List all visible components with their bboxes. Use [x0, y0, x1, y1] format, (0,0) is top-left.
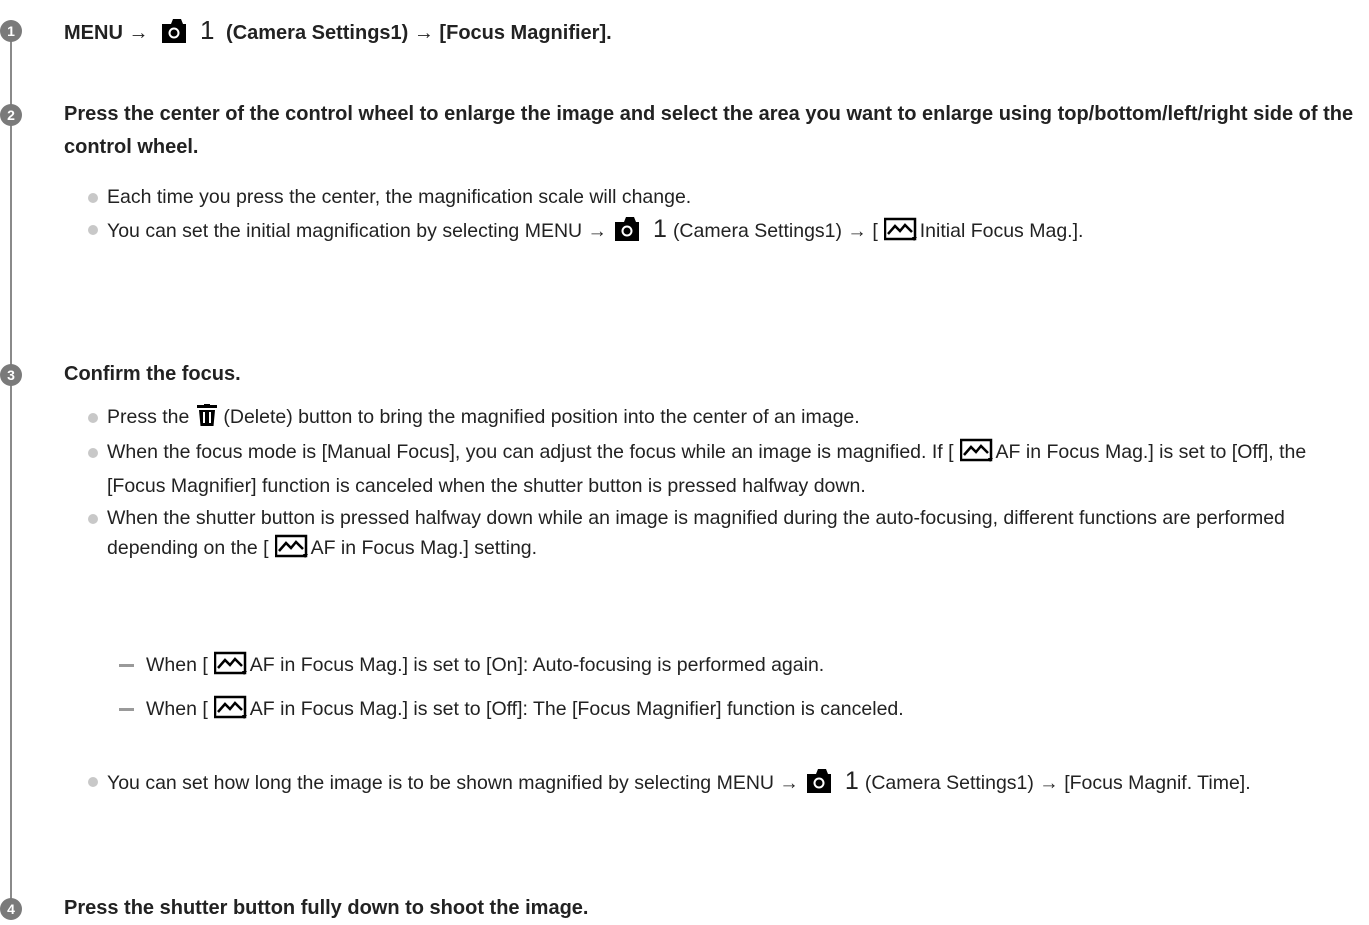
bullet-item: You can set how long the image is to be … — [88, 766, 1358, 802]
step-number-badge: 1 — [0, 20, 22, 42]
step-bullet-list: Press the (Delete) button to bring the ma… — [88, 402, 1358, 569]
manual-focus-icon — [213, 651, 248, 684]
step-title: Press the center of the control wheel to… — [64, 103, 1354, 158]
camera-icon — [162, 19, 196, 54]
step-number-badge: 2 — [0, 104, 22, 126]
manual-focus-icon — [959, 438, 994, 471]
sub-item-text-pre: When [ — [146, 698, 208, 720]
step-number-badge: 3 — [0, 364, 22, 386]
sub-item-text-post: AF in Focus Mag.] is set to [On]: Auto-f… — [249, 654, 825, 676]
bullet-item: Each time you press the center, the magn… — [88, 182, 1358, 212]
bullet-item: When the shutter button is pressed halfw… — [88, 503, 1358, 567]
help-page: 1 MENU → 1 (Camera Settings1) → [Focus M… — [0, 0, 1369, 924]
bullet-text-post: Initial Focus Mag.]. — [919, 220, 1084, 242]
sub-item: When [ AF in Focus Mag.] is set to [Off]:… — [119, 694, 1319, 728]
bullet-dot — [88, 225, 98, 235]
manual-focus-icon — [274, 534, 309, 567]
step-title-suffix: (Camera Settings1) → [Focus Magnifier]. — [226, 22, 612, 44]
bullet-text: Each time you press the center, the magn… — [107, 186, 692, 208]
bullet-text-pre: You can set how long the image is to be … — [107, 772, 799, 794]
step-title: MENU → 1 (Camera Settings1) → [Focus Mag… — [64, 14, 1354, 54]
camera-menu-number: 1 — [200, 15, 215, 45]
bullet-text-post: AF in Focus Mag.] setting. — [310, 537, 538, 559]
step-bullet-list: Each time you press the center, the magn… — [88, 182, 1358, 252]
manual-focus-icon — [883, 217, 918, 250]
step-title-prefix: MENU → — [64, 22, 149, 44]
bullet-dot — [88, 193, 98, 203]
camera-menu-number: 1 — [653, 215, 667, 243]
sub-item-dash — [119, 708, 134, 711]
camera-icon — [806, 769, 841, 802]
camera-menu-number: 1 — [844, 767, 859, 795]
bullet-text-post: (Delete) button to bring the magnified p… — [223, 406, 860, 428]
bullet-dot — [88, 448, 98, 458]
sub-item-text-post: AF in Focus Mag.] is set to [Off]: The [… — [249, 698, 904, 720]
step-bullet-list: You can set how long the image is to be … — [88, 766, 1358, 804]
sub-item-dash — [119, 664, 134, 667]
bullet-text-post: (Camera Settings1) → [Focus Magnif. Time… — [864, 772, 1251, 794]
manual-focus-icon — [213, 695, 248, 728]
bullet-text-pre: Press the — [107, 406, 190, 428]
sub-item-list: When [ AF in Focus Mag.] is set to [On]: … — [119, 650, 1319, 738]
step-timeline — [10, 30, 12, 904]
camera-icon — [615, 217, 649, 250]
bullet-item: Press the (Delete) button to bring the ma… — [88, 402, 1358, 435]
sub-item-text-pre: When [ — [146, 654, 208, 676]
bullet-dot — [88, 413, 98, 423]
sub-item: When [ AF in Focus Mag.] is set to [On]: … — [119, 650, 1319, 684]
bullet-text-pre: You can set the initial magnification by… — [107, 220, 608, 242]
bullet-text-mid: (Camera Settings1) → [ — [672, 220, 878, 242]
bullet-dot — [88, 777, 98, 787]
bullet-item: When the focus mode is [Manual Focus], y… — [88, 437, 1358, 501]
bullet-text-pre: When the focus mode is [Manual Focus], y… — [107, 441, 954, 463]
step-title: Confirm the focus. — [64, 363, 241, 385]
bullet-dot — [88, 514, 98, 524]
bullet-item: You can set the initial magnification by… — [88, 214, 1358, 250]
trash-icon — [197, 404, 218, 435]
step-title: Press the shutter button fully down to s… — [64, 897, 589, 919]
step-number-badge: 4 — [0, 898, 22, 920]
